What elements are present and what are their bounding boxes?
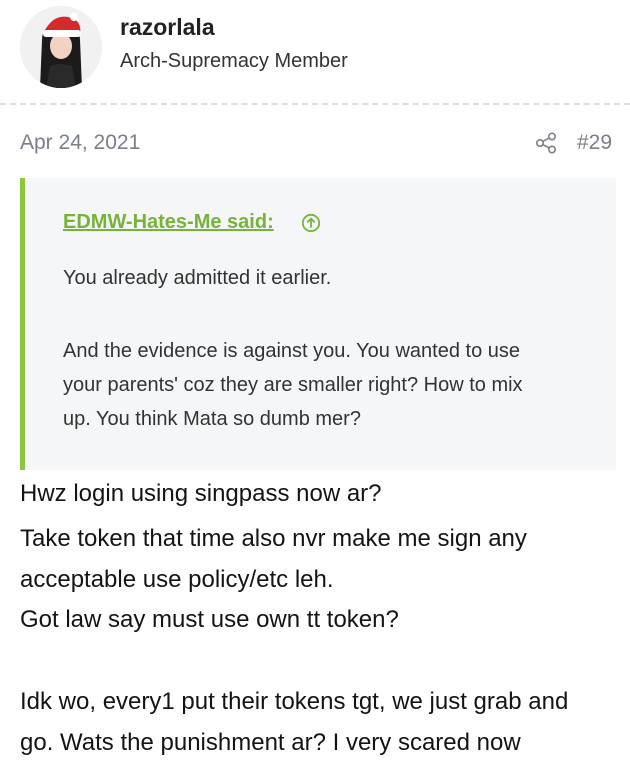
arrow-up-circle-icon[interactable] (301, 213, 321, 233)
quote-block: EDMW-Hates-Me said: You already admitted… (20, 178, 616, 470)
post-body-line: acceptable use policy/etc leh. (20, 566, 334, 593)
post-number[interactable]: #29 (577, 131, 612, 155)
quote-text-line: up. You think Mata so dumb mer? (63, 408, 361, 430)
avatar-image (20, 6, 102, 88)
post-body-line: Take token that time also nvr make me si… (20, 525, 527, 552)
quote-text-line: You already admitted it earlier. (63, 267, 332, 289)
user-title: Arch-Supremacy Member (120, 50, 348, 72)
post-body-line: Idk wo, every1 put their tokens tgt, we … (20, 688, 569, 715)
quote-text-line: And the evidence is against you. You wan… (63, 340, 521, 362)
divider (0, 103, 630, 105)
avatar[interactable] (20, 6, 102, 88)
quote-text-line: your parents' coz they are smaller right… (63, 374, 523, 396)
username[interactable]: razorlala (120, 14, 215, 41)
post-body-line: Hwz login using singpass now ar? (20, 480, 382, 507)
post-body-line: go. Wats the punishment ar? I very scare… (20, 729, 521, 756)
share-icon[interactable] (535, 132, 557, 154)
post-header: razorlala Arch-Supremacy Member (0, 0, 630, 100)
quote-author-link[interactable]: EDMW-Hates-Me said: (63, 211, 274, 234)
post-date[interactable]: Apr 24, 2021 (20, 131, 140, 155)
post-body-line: Got law say must use own tt token? (20, 606, 399, 633)
